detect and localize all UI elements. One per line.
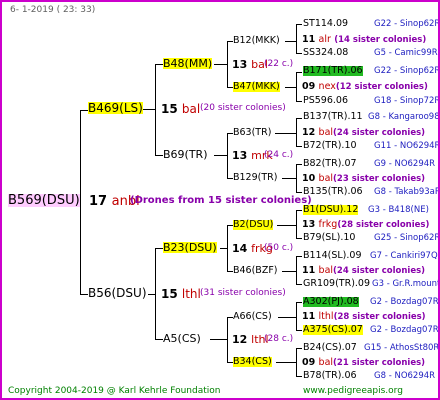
gen3-queen-label[interactable]: A5(CS) xyxy=(163,333,201,344)
gen5-queen-label[interactable]: B78(TR).06 xyxy=(303,371,357,381)
gen2-note: (20 sister colonies) xyxy=(200,103,286,113)
gen4-queen-label[interactable]: B34(CS) xyxy=(233,357,272,367)
gen5-info: G11 - NO6294R xyxy=(374,141,440,151)
root-note: (Drones from 15 sister colonies) xyxy=(130,195,312,206)
gen5-queen-label[interactable]: B1(DSU).12 xyxy=(303,205,359,215)
gen5-queen-label[interactable]: B82(TR).07 xyxy=(303,159,357,169)
gen2-queen-label[interactable]: B469(LS) xyxy=(88,102,143,114)
gen4-queen-label[interactable]: B2(DSU) xyxy=(233,220,274,230)
gen5-info: G7 - Cankiri97Q xyxy=(370,251,438,261)
gen3-note: (50 c.) xyxy=(264,243,294,253)
gen4-origin: 09 nex(12 sister colonies) xyxy=(302,81,428,92)
gen4-origin: 11 lthl(28 sister colonies) xyxy=(302,311,426,322)
root-queen-label[interactable]: B569(DSU) xyxy=(8,194,80,207)
gen3-queen-label[interactable]: B48(MM) xyxy=(163,58,213,69)
gen5-queen-label[interactable]: B79(SL).10 xyxy=(303,233,355,243)
gen2-queen-label[interactable]: B56(DSU) xyxy=(88,287,147,299)
gen5-info: G8 - NO6294R xyxy=(374,371,436,381)
gen2-note: (31 sister colonies) xyxy=(200,288,286,298)
gen2-origin: 15 lthl xyxy=(161,287,201,301)
gen5-queen-label[interactable]: B135(TR).06 xyxy=(303,187,363,197)
gen5-queen-label[interactable]: PS596.06 xyxy=(303,96,348,106)
website-link[interactable]: www.pedigreeapis.org xyxy=(303,387,403,396)
gen2-origin: 15 bal xyxy=(161,102,201,116)
gen3-note: (22 c.) xyxy=(264,59,294,69)
gen4-origin: 13 frkg(28 sister colonies) xyxy=(302,219,430,230)
gen5-queen-label[interactable]: GR109(TR).09 xyxy=(303,279,370,289)
gen4-origin: 12 bal(24 sister colonies) xyxy=(302,127,426,138)
gen4-queen-label[interactable]: B12(MKK) xyxy=(233,36,280,46)
gen4-origin: 11 bal(24 sister colonies) xyxy=(302,265,426,276)
gen4-queen-label[interactable]: A66(CS) xyxy=(233,312,272,322)
gen4-queen-label[interactable]: B129(TR) xyxy=(233,173,277,183)
gen5-info: G8 - Kangaroo98R xyxy=(368,112,440,122)
gen5-info: G25 - Sinop62R xyxy=(374,233,440,243)
gen5-info: G3 - B418(NE) xyxy=(368,205,429,215)
gen5-info: G18 - Sinop72R xyxy=(374,96,440,106)
gen3-queen-label[interactable]: B69(TR) xyxy=(163,149,208,160)
gen3-origin: 13 bal xyxy=(232,58,268,71)
gen5-queen-label[interactable]: B24(CS).07 xyxy=(303,343,357,353)
gen5-info: G5 - Camic99R xyxy=(374,48,438,58)
date-stamp: 6- 1-2019 ( 23: 33) xyxy=(10,5,96,15)
gen5-queen-label[interactable]: A302(PJ).08 xyxy=(303,297,359,307)
gen5-queen-label[interactable]: B171(TR).06 xyxy=(303,66,363,76)
gen4-origin: 09 bal(21 sister colonies) xyxy=(302,357,426,368)
gen5-queen-label[interactable]: A375(CS).07 xyxy=(303,325,363,335)
gen5-queen-label[interactable]: B72(TR).10 xyxy=(303,141,357,151)
gen5-info: G22 - Sinop62R xyxy=(374,66,440,76)
gen4-origin: 11 alr (14 sister colonies) xyxy=(302,34,427,45)
gen5-info: G2 - Bozdag07R xyxy=(370,325,439,335)
gen5-info: G9 - NO6294R xyxy=(374,159,436,169)
gen4-queen-label[interactable]: B46(BZF) xyxy=(233,266,278,276)
gen5-queen-label[interactable]: B137(TR).11 xyxy=(303,112,363,122)
gen5-info: G8 - Takab93aR xyxy=(374,187,440,197)
gen3-note: (28 c.) xyxy=(264,334,294,344)
gen3-note: (24 c.) xyxy=(264,150,294,160)
gen5-info: G3 - Gr.R.mounta xyxy=(372,279,440,289)
gen5-info: G15 - AthosSt80R xyxy=(364,343,440,353)
pedigree-chart: 6- 1-2019 ( 23: 33) B569(DSU) 17 anbl (D… xyxy=(0,0,440,400)
gen4-queen-label[interactable]: B63(TR) xyxy=(233,128,271,138)
gen5-info: G22 - Sinop62R xyxy=(374,19,440,29)
gen4-origin: 10 bal(23 sister colonies) xyxy=(302,173,426,184)
gen5-queen-label[interactable]: ST114.09 xyxy=(303,19,348,29)
gen5-info: G2 - Bozdag07R xyxy=(370,297,439,307)
gen3-queen-label[interactable]: B23(DSU) xyxy=(163,242,217,253)
gen5-queen-label[interactable]: B114(SL).09 xyxy=(303,251,362,261)
copyright-text: Copyright 2004-2019 @ Karl Kehrle Founda… xyxy=(8,386,221,396)
gen5-queen-label[interactable]: SS324.08 xyxy=(303,48,348,58)
gen4-queen-label[interactable]: B47(MKK) xyxy=(233,82,280,92)
